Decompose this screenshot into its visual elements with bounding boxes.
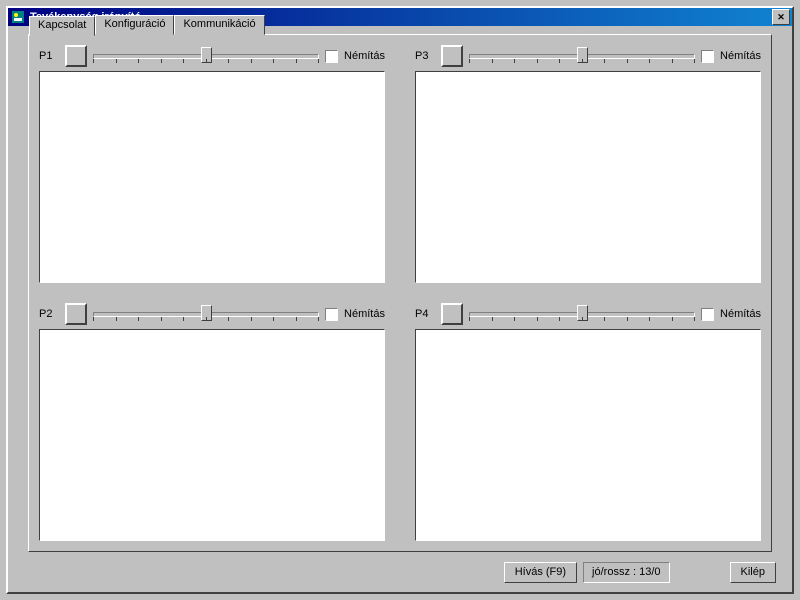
- volume-slider[interactable]: [469, 303, 695, 325]
- color-swatch[interactable]: [441, 45, 463, 67]
- close-button[interactable]: ✕: [772, 9, 790, 25]
- mute-checkbox[interactable]: [325, 308, 338, 321]
- bottom-bar: Hívás (F9) jó/rossz : 13/0 Kilép: [10, 558, 790, 586]
- app-window: Tevékenység irányító ✕ Kapcsolat Konfigu…: [6, 6, 794, 594]
- color-swatch[interactable]: [65, 45, 87, 67]
- exit-button[interactable]: Kilép: [730, 562, 776, 583]
- status-text: jó/rossz : 13/0: [592, 566, 660, 578]
- cell-controls: P2 Némítás: [39, 303, 385, 325]
- button-label: Kilép: [741, 566, 765, 578]
- mute-label: Némítás: [344, 50, 385, 62]
- tab-label: Kommunikáció: [183, 18, 255, 30]
- cell-label: P4: [415, 308, 435, 320]
- app-icon: [10, 9, 26, 25]
- video-viewport: [415, 329, 761, 541]
- video-viewport: [415, 71, 761, 283]
- mute-checkbox[interactable]: [701, 308, 714, 321]
- tab-strip: Kapcsolat Konfiguráció Kommunikáció: [29, 15, 265, 35]
- mute-checkbox[interactable]: [325, 50, 338, 63]
- volume-slider[interactable]: [93, 303, 319, 325]
- video-cell-4: P4 Némítás: [415, 303, 761, 541]
- tab-panel: Kapcsolat Konfiguráció Kommunikáció P1: [28, 34, 772, 552]
- cell-label: P2: [39, 308, 59, 320]
- tab-kapcsolat[interactable]: Kapcsolat: [29, 16, 95, 36]
- video-grid: P1 Némítás P3: [39, 45, 761, 541]
- cell-controls: P4 Némítás: [415, 303, 761, 325]
- mute-label: Némítás: [720, 308, 761, 320]
- desktop: Tevékenység irányító ✕ Kapcsolat Konfigu…: [0, 0, 800, 600]
- tab-label: Kapcsolat: [38, 19, 86, 31]
- tab-label: Konfiguráció: [104, 18, 165, 30]
- color-swatch[interactable]: [441, 303, 463, 325]
- video-cell-3: P2 Némítás: [39, 303, 385, 541]
- tab-kommunikacio[interactable]: Kommunikáció: [174, 15, 264, 35]
- video-cell-1: P1 Némítás: [39, 45, 385, 283]
- video-viewport: [39, 329, 385, 541]
- mute-label: Némítás: [344, 308, 385, 320]
- volume-slider[interactable]: [469, 45, 695, 67]
- button-label: Hívás (F9): [515, 566, 566, 578]
- video-viewport: [39, 71, 385, 283]
- mute-label: Némítás: [720, 50, 761, 62]
- cell-label: P1: [39, 50, 59, 62]
- mute-checkbox[interactable]: [701, 50, 714, 63]
- status-readout: jó/rossz : 13/0: [583, 562, 669, 583]
- call-button[interactable]: Hívás (F9): [504, 562, 577, 583]
- color-swatch[interactable]: [65, 303, 87, 325]
- cell-label: P3: [415, 50, 435, 62]
- video-cell-2: P3 Némítás: [415, 45, 761, 283]
- cell-controls: P3 Némítás: [415, 45, 761, 67]
- client-area: Kapcsolat Konfiguráció Kommunikáció P1: [10, 28, 790, 590]
- tab-konfiguracio[interactable]: Konfiguráció: [95, 15, 174, 35]
- volume-slider[interactable]: [93, 45, 319, 67]
- cell-controls: P1 Némítás: [39, 45, 385, 67]
